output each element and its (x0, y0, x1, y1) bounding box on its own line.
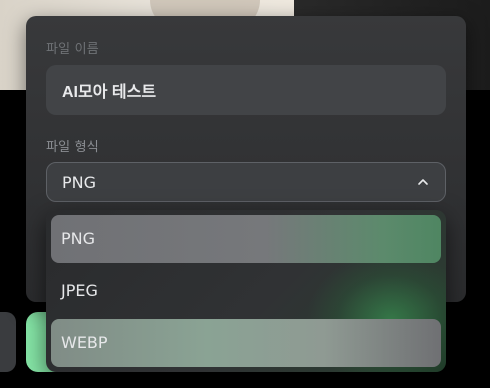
format-option-png[interactable]: PNG (51, 215, 441, 263)
chevron-up-icon (416, 175, 430, 189)
secondary-action-button[interactable] (0, 312, 16, 372)
file-format-select[interactable]: PNG (46, 162, 446, 202)
file-name-label: 파일 이름 (46, 42, 99, 57)
format-option-jpeg[interactable]: JPEG (51, 267, 441, 315)
file-name-input[interactable] (46, 65, 446, 115)
format-option-webp[interactable]: WEBP (51, 319, 441, 367)
file-format-selected-value: PNG (62, 172, 97, 192)
file-format-label: 파일 형식 (46, 140, 99, 155)
file-format-dropdown-menu: PNG JPEG WEBP (46, 210, 446, 372)
